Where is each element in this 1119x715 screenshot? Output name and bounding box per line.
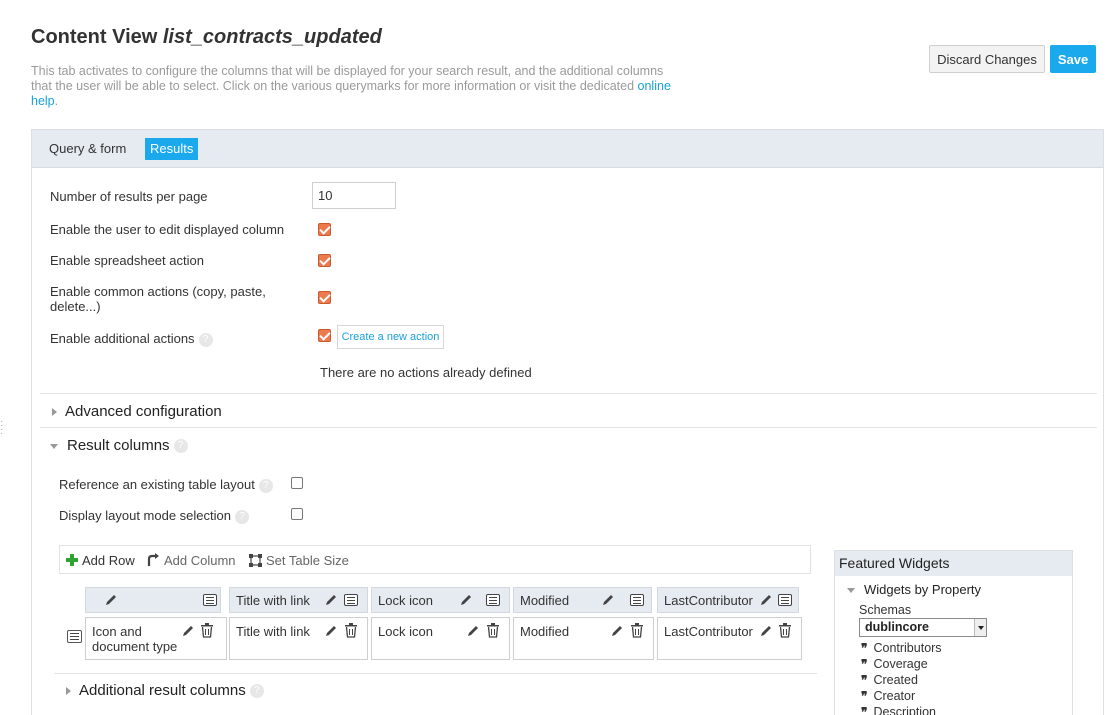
pencil-icon[interactable]: [601, 593, 615, 610]
results-panel: Query & form Results Number of results p…: [31, 129, 1104, 715]
description-text: This tab activates to configure the colu…: [31, 64, 664, 93]
divider: [40, 393, 1097, 394]
table-cell[interactable]: LastContributor: [657, 617, 802, 660]
collapse-arrow-icon: [847, 588, 855, 594]
featured-widgets-panel: Featured Widgets Widgets by Property Sch…: [834, 550, 1073, 715]
quote-icon: ❞: [861, 689, 868, 703]
advanced-configuration-header[interactable]: Advanced configuration: [52, 403, 222, 420]
display-mode-label: Display layout mode selection?: [59, 508, 249, 524]
edit-columns-label: Enable the user to edit displayed column: [50, 222, 285, 237]
create-action-button[interactable]: Create a new action: [337, 325, 444, 349]
results-per-page-label: Number of results per page: [50, 189, 208, 204]
column-header[interactable]: Lock icon: [371, 587, 510, 613]
table-cell[interactable]: Modified: [513, 617, 654, 660]
table-cell[interactable]: Icon and document type: [85, 617, 227, 660]
schema-select[interactable]: dublincore: [859, 618, 987, 637]
table-cell[interactable]: Title with link: [229, 617, 368, 660]
page-title-name: list_contracts_updated: [162, 26, 382, 48]
no-actions-text: There are no actions already defined: [320, 365, 532, 380]
add-row-button[interactable]: Add Row: [66, 553, 135, 569]
spreadsheet-checkbox[interactable]: [318, 254, 331, 267]
menu-icon[interactable]: [630, 594, 644, 606]
pencil-icon[interactable]: [104, 593, 118, 610]
list-item[interactable]: ❞ Contributors: [861, 640, 942, 656]
list-item[interactable]: ❞ Creator: [861, 688, 942, 704]
help-icon[interactable]: ?: [173, 439, 188, 454]
edit-columns-checkbox[interactable]: [318, 223, 331, 236]
divider: [40, 427, 1097, 428]
menu-icon[interactable]: [778, 594, 792, 606]
table-cell[interactable]: Lock icon: [371, 617, 510, 660]
plus-icon: [66, 554, 78, 569]
list-item[interactable]: ❞ Coverage: [861, 656, 942, 672]
column-header[interactable]: Title with link: [229, 587, 368, 613]
set-table-size-button[interactable]: Set Table Size: [249, 553, 349, 570]
pencil-icon[interactable]: [759, 624, 773, 641]
column-header[interactable]: [85, 587, 221, 613]
list-item[interactable]: ❞ Created: [861, 672, 942, 688]
pencil-icon[interactable]: [181, 624, 195, 641]
trash-icon[interactable]: [344, 623, 358, 641]
chevron-down-icon: [974, 619, 986, 636]
page-title-prefix: Content View: [31, 26, 158, 48]
page-description: This tab activates to configure the colu…: [31, 64, 671, 108]
trash-icon[interactable]: [200, 623, 214, 641]
additional-result-columns-header[interactable]: Additional result columns?: [66, 682, 264, 699]
trash-icon[interactable]: [630, 623, 644, 641]
additional-actions-checkbox[interactable]: [318, 329, 331, 342]
trash-icon[interactable]: [486, 623, 500, 641]
help-icon[interactable]: ?: [249, 684, 264, 699]
additional-actions-label: Enable additional actions?: [50, 331, 213, 347]
quote-icon: ❞: [861, 657, 868, 671]
menu-icon[interactable]: [486, 594, 500, 606]
tab-results[interactable]: Results: [145, 138, 199, 160]
widgets-by-property-group[interactable]: Widgets by Property: [847, 582, 981, 597]
table-toolbar: Add Row Add Column Set Table Size: [59, 545, 811, 574]
add-column-button[interactable]: Add Column: [146, 553, 236, 570]
spreadsheet-label: Enable spreadsheet action: [50, 253, 204, 268]
results-per-page-input[interactable]: [312, 182, 396, 209]
expand-arrow-icon: [66, 687, 71, 696]
list-item[interactable]: ❞ Description: [861, 704, 942, 715]
trash-icon[interactable]: [778, 623, 792, 641]
menu-icon[interactable]: [203, 594, 217, 606]
menu-icon[interactable]: [344, 594, 358, 606]
pencil-icon[interactable]: [610, 624, 624, 641]
expand-arrow-icon: [52, 408, 57, 417]
reference-layout-checkbox[interactable]: [291, 477, 303, 489]
quote-icon: ❞: [861, 673, 868, 687]
tab-query-form[interactable]: Query & form: [44, 138, 131, 160]
column-header[interactable]: LastContributor: [657, 587, 799, 613]
divider: [54, 673, 817, 674]
pencil-icon[interactable]: [466, 624, 480, 641]
pencil-icon[interactable]: [324, 593, 338, 610]
schemas-label: Schemas: [859, 603, 912, 617]
collapse-arrow-icon: [50, 443, 58, 449]
add-column-icon: [146, 553, 160, 570]
help-icon[interactable]: ?: [198, 332, 213, 347]
common-actions-label: Enable common actions (copy, paste, dele…: [50, 284, 266, 314]
column-header[interactable]: Modified: [513, 587, 652, 613]
pencil-icon[interactable]: [324, 624, 338, 641]
row-menu-icon[interactable]: [67, 630, 82, 643]
pencil-icon[interactable]: [759, 593, 773, 610]
help-icon[interactable]: ?: [258, 478, 273, 493]
save-button[interactable]: Save: [1050, 45, 1096, 73]
quote-icon: ❞: [861, 641, 868, 655]
result-columns-header[interactable]: Result columns?: [50, 437, 188, 454]
display-mode-checkbox[interactable]: [291, 508, 303, 520]
tab-bar: Query & form Results: [32, 130, 1103, 168]
discard-changes-button[interactable]: Discard Changes: [929, 45, 1045, 73]
drag-handle-icon[interactable]: · · · ·: [0, 417, 4, 439]
featured-widgets-title: Featured Widgets: [835, 551, 1072, 576]
pencil-icon[interactable]: [459, 593, 473, 610]
help-icon[interactable]: ?: [234, 509, 249, 524]
reference-layout-label: Reference an existing table layout?: [59, 477, 273, 493]
resize-icon: [249, 553, 262, 570]
quote-icon: ❞: [861, 705, 868, 715]
page-title: Content View list_contracts_updated: [31, 26, 382, 49]
common-actions-checkbox[interactable]: [318, 291, 331, 304]
widget-list: ❞ Contributors ❞ Coverage ❞ Created ❞ Creato…: [861, 640, 942, 715]
